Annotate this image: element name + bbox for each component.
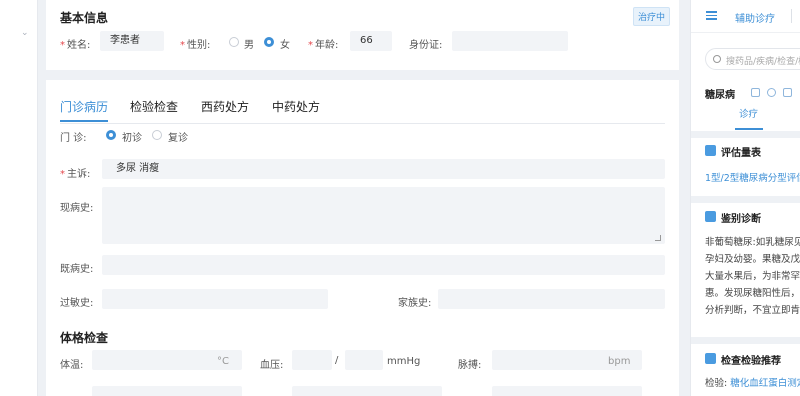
record-tabs: 门诊病历 检验检查 西药处方 中药处方 <box>60 98 665 124</box>
pulse-label: 脉搏: <box>458 360 482 371</box>
record-card: 门诊病历 检验检查 西药处方 中药处方 门 诊: 初诊 复诊 * 主诉: 多尿 消… <box>46 80 679 396</box>
allergy-input[interactable] <box>102 289 328 309</box>
search-placeholder: 搜药品/疾病/检查/检验 <box>726 57 800 67</box>
temperature-label: 体温: <box>60 360 84 371</box>
recommend-item: 检验: 糖化血红蛋白测定 <box>705 375 800 392</box>
complaint-label: * 主诉: <box>60 169 91 180</box>
list-icon[interactable] <box>706 11 717 20</box>
aux-search-input[interactable]: 搜药品/疾病/检查/检验 <box>705 48 800 70</box>
exam-row2-input-1[interactable] <box>92 386 242 396</box>
gender-male-label: 男 <box>244 40 254 51</box>
scale-title: 评估量表 <box>721 148 761 159</box>
temperature-unit: °C <box>217 356 229 367</box>
recommend-icon <box>705 353 716 364</box>
section-divider <box>691 337 800 344</box>
age-input[interactable]: 66 <box>350 31 392 51</box>
diff-line: 大量水果后，为非常罕见的先 <box>705 271 800 282</box>
past-history-input[interactable] <box>102 255 665 275</box>
blood-pressure-label: 血压: <box>260 360 284 371</box>
present-history-textarea[interactable] <box>102 187 665 244</box>
diff-line: 孕妇及幼婴。果糖及戊糖尿见 <box>705 254 800 265</box>
bp-systolic-input[interactable] <box>292 350 332 370</box>
basic-info-title: 基本信息 <box>60 11 109 25</box>
pulse-unit: bpm <box>608 356 631 367</box>
complaint-input[interactable]: 多尿 消瘦 <box>102 159 665 179</box>
aux-subtab-diagnosis[interactable]: 诊疗 <box>739 106 758 123</box>
tab-chinese-prescription[interactable]: 中药处方 <box>272 98 320 115</box>
recommend-title: 检查检验推荐 <box>721 356 781 367</box>
gender-label: * 性别: <box>180 40 211 51</box>
family-history-input[interactable] <box>438 289 665 309</box>
visit-first-radio[interactable] <box>106 130 116 140</box>
diff-line: 非葡萄糖尿:如乳糖尿见于哺 <box>705 237 800 248</box>
diff-line: 分析判断，不宜立即肯定为糖 <box>705 305 800 316</box>
left-nav: ⌄ <box>0 0 38 396</box>
diff-icon <box>705 211 716 222</box>
info-icon[interactable] <box>767 88 776 97</box>
diff-title: 鉴别诊断 <box>721 214 761 225</box>
diff-line: 惠。发现尿糖阳性后，应联系 <box>705 288 800 299</box>
past-history-label: 既病史: <box>60 264 94 275</box>
id-input[interactable] <box>452 31 568 51</box>
visit-type-label: 门 诊: <box>60 133 87 144</box>
aux-title: 辅助诊疗 <box>735 14 775 25</box>
resize-handle-icon[interactable] <box>655 235 661 241</box>
status-badge: 治疗中 <box>633 7 671 26</box>
aux-header: 辅助诊疗 <box>691 0 800 33</box>
section-divider <box>691 131 800 138</box>
header-divider <box>791 9 792 23</box>
bp-diastolic-input[interactable] <box>345 350 383 370</box>
exam-row2-input-3[interactable] <box>492 386 642 396</box>
age-label: * 年龄: <box>308 40 339 51</box>
visit-return-radio[interactable] <box>152 130 162 140</box>
visit-return-label: 复诊 <box>168 133 188 144</box>
aux-panel: 辅助诊疗 搜药品/疾病/检查/检验 糖尿病 诊疗 评估量表 1型/2型糖尿病分型… <box>690 0 800 396</box>
id-label: 身份证: <box>409 40 443 51</box>
present-history-label: 现病史: <box>60 203 94 214</box>
gender-female-label: 女 <box>280 40 290 51</box>
chevron-down-icon[interactable]: ⌄ <box>21 28 29 38</box>
family-history-label: 家族史: <box>398 298 432 309</box>
tab-outpatient-record[interactable]: 门诊病历 <box>60 98 109 122</box>
bp-separator: / <box>335 355 339 366</box>
scale-link[interactable]: 1型/2型糖尿病分型评估 <box>705 170 800 187</box>
section-divider <box>691 196 800 203</box>
basic-info-card: 基本信息 治疗中 * 姓名: 李患者 * 性别: 男 女 * 年龄: 66 身份证: <box>46 0 679 70</box>
visit-first-label: 初诊 <box>122 133 142 144</box>
disease-name: 糖尿病 <box>705 90 735 101</box>
search-icon <box>713 55 721 63</box>
tab-western-prescription[interactable]: 西药处方 <box>201 98 249 115</box>
subtab-underline <box>735 128 763 130</box>
name-input[interactable]: 李患者 <box>100 31 164 51</box>
bp-unit: mmHg <box>387 356 421 367</box>
doc-icon[interactable] <box>783 88 792 97</box>
gender-female-radio[interactable] <box>264 37 274 47</box>
tab-lab-exam[interactable]: 检验检查 <box>130 98 178 115</box>
gender-male-radio[interactable] <box>229 37 239 47</box>
physical-exam-title: 体格检查 <box>60 331 109 345</box>
exam-row2-input-2[interactable] <box>292 386 442 396</box>
image-icon[interactable] <box>751 88 760 97</box>
recommend-link[interactable]: 糖化血红蛋白测定 <box>730 378 800 389</box>
scale-icon <box>705 145 716 156</box>
allergy-label: 过敏史: <box>60 298 94 309</box>
name-label: * 姓名: <box>60 40 91 51</box>
